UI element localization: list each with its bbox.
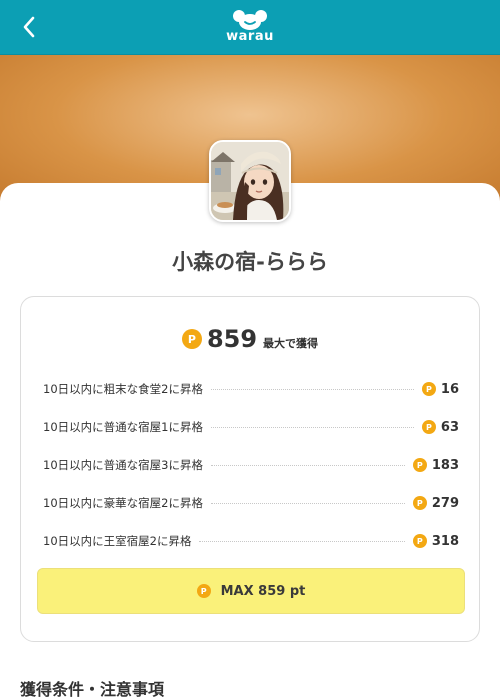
reward-points-value: 183 — [431, 457, 459, 473]
reward-row: 10日以内に粗末な食堂2に昇格 P 16 — [43, 370, 459, 408]
dotted-leader — [210, 388, 414, 390]
total-points-suffix: 最大で獲得 — [263, 337, 319, 350]
dotted-leader — [210, 502, 405, 504]
dotted-leader — [199, 540, 405, 542]
reward-points-value: 318 — [431, 533, 459, 549]
dotted-leader — [210, 464, 405, 466]
reward-row: 10日以内に普通な宿屋1に昇格 P 63 — [43, 408, 459, 446]
logo-mark-icon — [233, 10, 267, 30]
warau-logo[interactable]: warau — [226, 9, 274, 45]
chevron-left-icon — [23, 16, 35, 38]
reward-list: 10日以内に粗末な食堂2に昇格 P 16 10日以内に普通な宿屋1に昇格 P 6… — [43, 370, 459, 560]
point-coin-icon: P — [196, 584, 211, 598]
reward-points-value: 16 — [440, 381, 459, 397]
reward-condition: 10日以内に豪華な宿屋2に昇格 — [43, 496, 203, 510]
point-coin-icon: P — [421, 420, 436, 434]
conditions-heading: 獲得条件・注意事項 — [20, 680, 165, 699]
reward-points-value: 63 — [440, 419, 459, 435]
max-points-label: MAX 859 pt — [220, 583, 306, 599]
point-coin-icon: P — [412, 496, 427, 510]
point-coin-icon: P — [412, 534, 427, 548]
reward-points-value: 279 — [431, 495, 459, 511]
logo-text: warau — [226, 29, 274, 44]
dotted-leader — [210, 426, 414, 428]
reward-points: P 63 — [421, 419, 459, 435]
total-points-value: 859 — [206, 325, 258, 353]
reward-points: P 318 — [412, 533, 459, 549]
back-button[interactable] — [14, 12, 44, 42]
point-coin-icon: P — [421, 382, 436, 396]
app-icon-image — [209, 140, 291, 222]
point-coin-icon: P — [412, 458, 427, 472]
app-title: 小森の宿-ららら — [172, 250, 328, 274]
reward-condition: 10日以内に粗末な食堂2に昇格 — [43, 382, 203, 396]
reward-points: P 183 — [412, 457, 459, 473]
reward-row: 10日以内に王室宿屋2に昇格 P 318 — [43, 522, 459, 560]
reward-condition: 10日以内に普通な宿屋1に昇格 — [43, 420, 203, 434]
reward-card: P 859 最大で獲得 10日以内に粗末な食堂2に昇格 P 16 10日以内に普… — [20, 296, 480, 642]
point-coin-icon: P — [181, 329, 202, 349]
app-header: warau — [0, 0, 500, 55]
reward-condition: 10日以内に王室宿屋2に昇格 — [43, 534, 192, 548]
total-points: P 859 最大で獲得 — [21, 325, 479, 353]
reward-row: 10日以内に豪華な宿屋2に昇格 P 279 — [43, 484, 459, 522]
reward-row: 10日以内に普通な宿屋3に昇格 P 183 — [43, 446, 459, 484]
reward-points: P 279 — [412, 495, 459, 511]
character-illustration — [211, 142, 289, 220]
reward-points: P 16 — [421, 381, 459, 397]
max-points-button[interactable]: P MAX 859 pt — [37, 568, 465, 614]
reward-condition: 10日以内に普通な宿屋3に昇格 — [43, 458, 203, 472]
